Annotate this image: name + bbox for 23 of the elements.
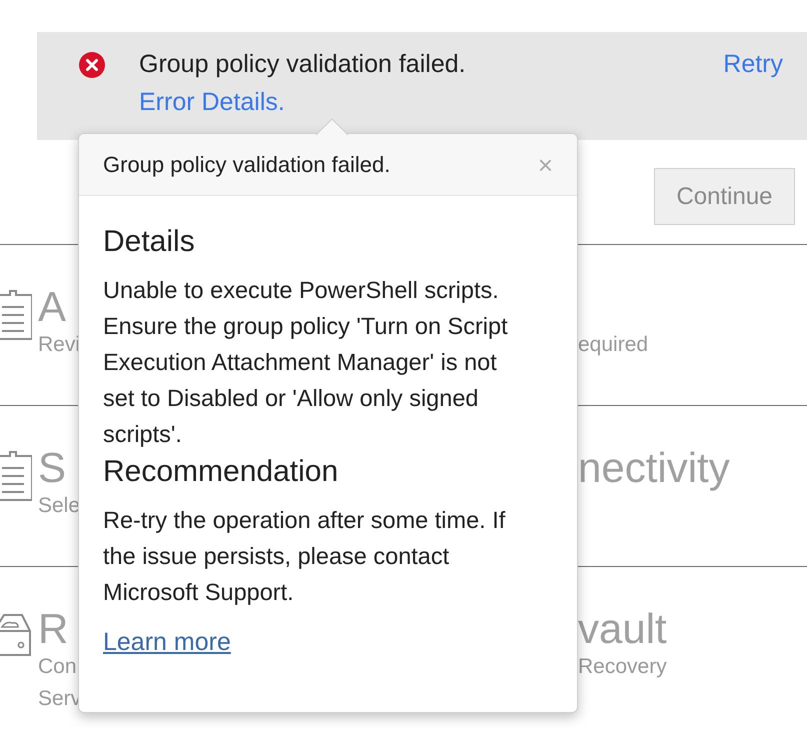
step-title: S xyxy=(38,446,68,490)
section-heading: Recommendation xyxy=(103,454,340,490)
step-subtitle: Con xyxy=(38,654,78,680)
step-title: nectivity xyxy=(578,446,730,490)
step-title: vault xyxy=(578,607,667,651)
step-title: A xyxy=(38,285,68,329)
section-text: Unable to execute PowerShell scripts. Ensure the group policy 'Turn on Script Execution Attachment Manager' is not set to Disabled or 'Allow only signed scripts'. xyxy=(103,276,509,449)
section-text: Re-try the operation after some time. If the issue persists, please contact Microsoft Support. xyxy=(103,506,506,607)
step-subtitle: equired xyxy=(578,332,648,358)
section-heading: Details xyxy=(103,224,196,260)
popup-title: Group policy validation failed. xyxy=(103,152,390,178)
error-icon xyxy=(79,52,105,78)
clipboard-icon xyxy=(0,287,32,343)
error-message: Group policy validation failed. Error Details. xyxy=(139,49,467,118)
learn-more-link[interactable]: Learn more xyxy=(103,628,231,657)
step-title: R xyxy=(38,607,70,651)
step-subtitle: Recovery xyxy=(578,654,667,680)
error-details-link[interactable]: Error Details. xyxy=(139,88,285,116)
retry-link[interactable]: Retry xyxy=(723,45,783,83)
close-button[interactable]: × xyxy=(538,152,553,178)
clipboard-icon xyxy=(0,448,32,504)
step-subtitle: Revi xyxy=(38,332,80,358)
step-subtitle: Sele xyxy=(38,493,80,519)
